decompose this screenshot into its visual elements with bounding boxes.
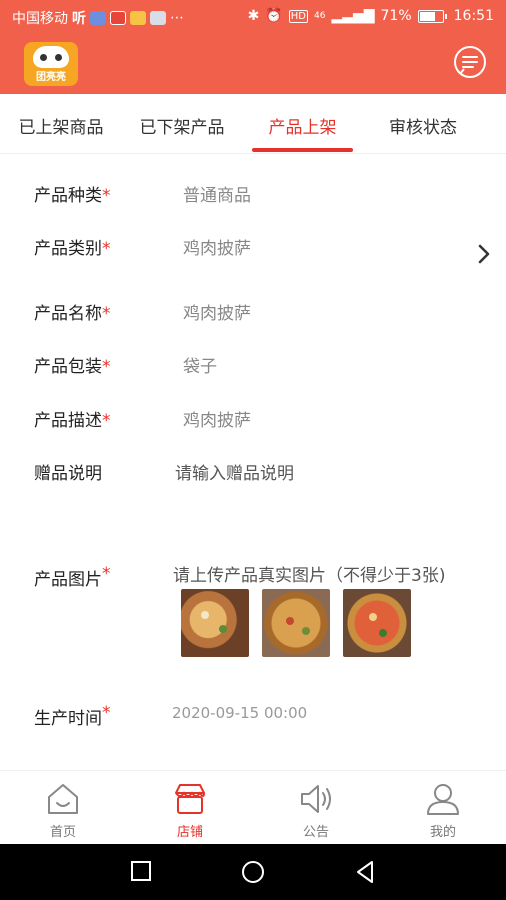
signal-label: 46 — [313, 11, 326, 21]
logo-eye-right — [55, 54, 62, 61]
shield-icon — [90, 11, 106, 25]
app-logo: 团亮亮 — [24, 42, 78, 86]
chevron-right-icon[interactable] — [474, 240, 494, 268]
back-icon[interactable] — [354, 860, 376, 884]
field-packaging-label: 产品包装* — [34, 357, 111, 377]
field-production-time-label: 生产时间* — [34, 703, 111, 729]
nav-mine-label: 我的 — [429, 825, 456, 840]
field-packaging-value: 袋子 — [183, 357, 217, 377]
user-icon — [427, 784, 459, 815]
production-time-value[interactable]: 2020-09-15 00:00 — [172, 704, 307, 722]
field-description-label: 产品描述* — [34, 411, 111, 431]
tab-bar: 已上架商品 已下架产品 产品上架 审核状态 — [0, 94, 506, 154]
tab-review-status[interactable]: 审核状态 — [378, 94, 468, 154]
field-type-value: 鸡肉披萨 — [183, 239, 251, 259]
app-icon — [110, 11, 126, 25]
field-gift-label: 赠品说明 — [34, 464, 102, 484]
logo-eye-left — [40, 54, 47, 61]
nav-store[interactable]: 店铺 — [127, 771, 253, 845]
topping-dot — [369, 613, 377, 621]
battery-icon — [417, 9, 447, 23]
signal-icon: ▂▃▅▇ — [331, 8, 375, 24]
field-name-label: 产品名称* — [34, 304, 111, 324]
field-category-value: 普通商品 — [183, 186, 251, 206]
field-name-value: 鸡肉披萨 — [183, 304, 251, 324]
topping-dot — [379, 629, 387, 637]
recents-icon[interactable] — [130, 860, 152, 882]
nav-notice-label: 公告 — [302, 825, 329, 840]
home-icon — [48, 784, 78, 814]
field-description-value: 鸡肉披萨 — [183, 411, 251, 431]
product-image-2[interactable] — [262, 589, 330, 657]
more-icon: ⋯ — [170, 10, 184, 26]
logo-text: 团亮亮 — [36, 72, 66, 83]
message-icon[interactable] — [452, 44, 488, 80]
system-nav-bar — [0, 844, 506, 900]
nav-home-label: 首页 — [49, 825, 76, 840]
carrier-suffix: 听 — [72, 11, 86, 27]
image-thumbnails — [181, 589, 411, 657]
topping-dot — [302, 627, 310, 635]
tab-listed-products[interactable]: 已上架商品 — [8, 94, 114, 154]
bottom-nav: 首页 店铺 公告 我的 — [0, 770, 506, 844]
carrier-label: 中国移动 — [12, 11, 68, 27]
topping-dot — [201, 611, 209, 619]
bluetooth-icon: ✱ — [247, 8, 260, 24]
hd-icon: HD — [288, 9, 308, 23]
logo-face-icon — [33, 46, 69, 68]
nav-store-label: 店铺 — [176, 825, 203, 840]
tab-list-product[interactable]: 产品上架 — [252, 94, 353, 154]
gift-input[interactable]: 请输入赠品说明 — [175, 459, 294, 484]
status-bar: 中国移动 听 ⋯ ✱ ⏰ HD 46 ▂▃▅▇ 71% 16:51 — [0, 0, 506, 34]
product-image-3[interactable] — [343, 589, 411, 657]
field-images-hint: 请上传产品真实图片（不得少于3张) — [173, 566, 446, 586]
chat-icon — [150, 11, 166, 25]
speaker-icon — [301, 785, 331, 813]
field-type-label: 产品类别* — [34, 239, 111, 259]
tab-delisted-products[interactable]: 已下架产品 — [130, 94, 234, 154]
product-image-1[interactable] — [181, 589, 249, 657]
store-icon — [175, 784, 205, 814]
app-header: 团亮亮 — [0, 34, 506, 94]
topping-dot — [286, 617, 294, 625]
clock: 16:51 — [453, 8, 494, 24]
field-images-label: 产品图片* — [34, 564, 111, 590]
topping-dot — [219, 625, 227, 633]
nav-home[interactable]: 首页 — [0, 771, 126, 845]
video-icon — [130, 11, 146, 25]
field-category-label: 产品种类* — [34, 186, 111, 206]
home-button-icon[interactable] — [241, 860, 265, 884]
battery-percent: 71% — [380, 8, 412, 24]
nav-mine[interactable]: 我的 — [380, 771, 506, 845]
alarm-icon: ⏰ — [265, 8, 283, 24]
nav-notice[interactable]: 公告 — [253, 771, 379, 845]
